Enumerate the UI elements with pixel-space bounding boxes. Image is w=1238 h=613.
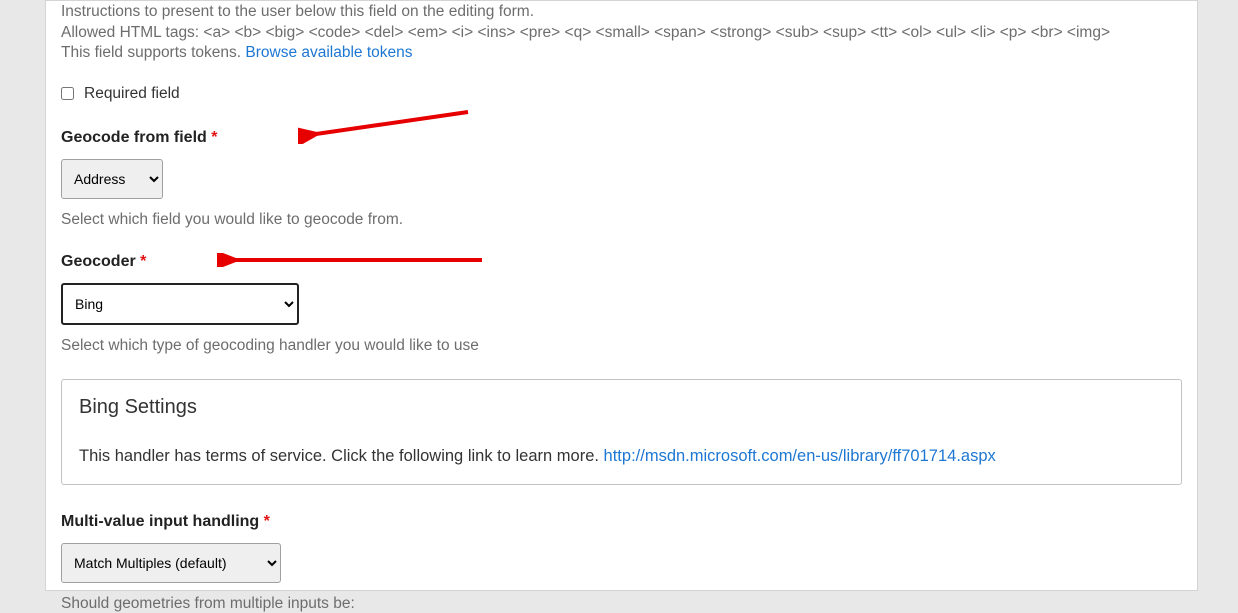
form-container: Instructions to present to the user belo…	[45, 0, 1198, 591]
geocoder-select[interactable]: Bing	[61, 283, 299, 325]
multi-value-item: Multi-value input handling * Match Multi…	[61, 513, 1182, 613]
multi-value-label-text: Multi-value input handling	[61, 513, 264, 530]
geocode-from-field-item: Geocode from field * Address Select whic…	[61, 129, 1182, 229]
required-field-row: Required field	[61, 85, 1182, 103]
instructions-block: Instructions to present to the user belo…	[61, 3, 1182, 63]
required-asterisk: *	[264, 513, 270, 530]
geocode-from-field-select[interactable]: Address	[61, 159, 163, 199]
bing-settings-title: Bing Settings	[79, 396, 1164, 419]
instructions-line-3-prefix: This field supports tokens.	[61, 44, 245, 61]
required-asterisk: *	[211, 129, 217, 146]
geocoder-desc: Select which type of geocoding handler y…	[61, 337, 1182, 355]
required-field-checkbox[interactable]	[61, 87, 74, 100]
bing-settings-text: This handler has terms of service. Click…	[79, 447, 1164, 466]
geocoder-label: Geocoder *	[61, 253, 1182, 271]
bing-terms-link[interactable]: http://msdn.microsoft.com/en-us/library/…	[604, 447, 996, 465]
multi-value-desc: Should geometries from multiple inputs b…	[61, 595, 1182, 613]
bing-settings-box: Bing Settings This handler has terms of …	[61, 379, 1182, 485]
multi-value-select[interactable]: Match Multiples (default)	[61, 543, 281, 583]
bing-settings-text-prefix: This handler has terms of service. Click…	[79, 447, 604, 465]
instructions-line-1: Instructions to present to the user belo…	[61, 3, 1182, 22]
required-asterisk: *	[140, 253, 146, 270]
geocode-from-field-label-text: Geocode from field	[61, 129, 211, 146]
geocoder-label-text: Geocoder	[61, 253, 140, 270]
browse-tokens-link[interactable]: Browse available tokens	[245, 44, 412, 61]
required-field-label[interactable]: Required field	[84, 85, 180, 103]
geocode-from-field-desc: Select which field you would like to geo…	[61, 211, 1182, 229]
geocode-from-field-label: Geocode from field *	[61, 129, 1182, 147]
instructions-line-2: Allowed HTML tags: <a> <b> <big> <code> …	[61, 24, 1182, 43]
geocoder-item: Geocoder * Bing Select which type of geo…	[61, 253, 1182, 355]
instructions-line-3: This field supports tokens. Browse avail…	[61, 44, 1182, 63]
multi-value-label: Multi-value input handling *	[61, 513, 1182, 531]
